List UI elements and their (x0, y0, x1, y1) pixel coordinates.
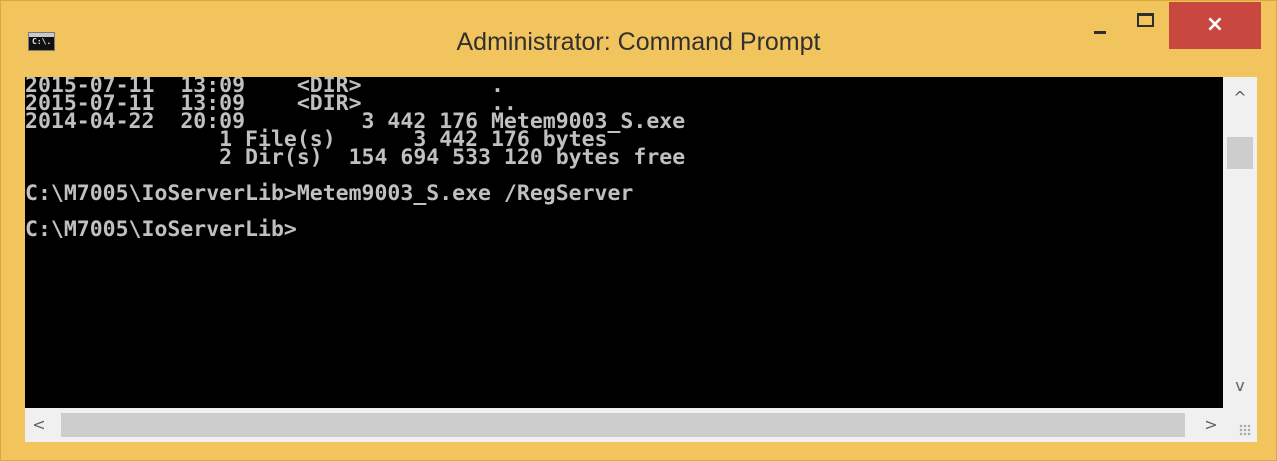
maximize-icon (1137, 13, 1154, 27)
resize-grip-icon[interactable] (1239, 424, 1251, 436)
console-output[interactable]: 2015-07-11 13:09 <DIR> . 2015-07-11 13:09… (25, 77, 1223, 408)
scroll-up-icon[interactable]: ^ (1223, 89, 1257, 107)
console-line: 2 Dir(s) 154 694 533 120 bytes free (25, 145, 686, 170)
minimize-button[interactable] (1079, 2, 1124, 49)
scroll-down-icon[interactable]: v (1223, 377, 1257, 395)
command-prompt-window: C:\. Administrator: Command Prompt × 201… (0, 0, 1277, 461)
vertical-scrollbar[interactable]: ^ v (1223, 77, 1257, 408)
resize-corner[interactable] (1223, 408, 1257, 442)
vertical-scroll-thumb[interactable] (1227, 137, 1253, 169)
console-line: C:\M7005\IoServerLib>Metem9003_S.exe /Re… (25, 181, 634, 206)
horizontal-scroll-thumb[interactable] (61, 413, 1185, 437)
scroll-right-icon[interactable]: > (1201, 416, 1221, 434)
scroll-left-icon[interactable]: < (29, 416, 49, 434)
horizontal-scrollbar[interactable]: < > (25, 408, 1223, 442)
close-button[interactable]: × (1169, 2, 1261, 49)
console-text: 2015-07-11 13:09 <DIR> . 2015-07-11 13:09… (25, 77, 686, 242)
minimize-icon (1094, 31, 1106, 34)
title-bar[interactable]: C:\. Administrator: Command Prompt × (1, 1, 1276, 77)
close-icon: × (1205, 12, 1225, 37)
console-line: C:\M7005\IoServerLib> (25, 217, 297, 242)
maximize-button[interactable] (1124, 2, 1169, 49)
